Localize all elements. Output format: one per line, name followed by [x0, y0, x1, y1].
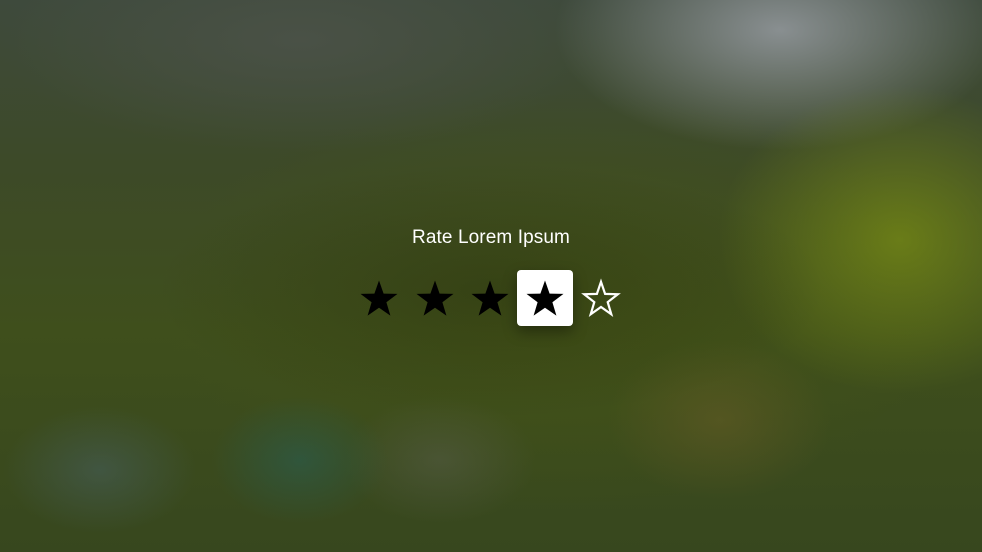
star-5-button[interactable]	[573, 270, 629, 326]
rating-panel: Rate Lorem Ipsum	[0, 226, 982, 326]
star-2-button[interactable]	[407, 270, 463, 326]
star-1-button[interactable]	[351, 270, 407, 326]
rating-title: Rate Lorem Ipsum	[412, 227, 570, 248]
star-rating-control[interactable]	[351, 270, 631, 326]
star-outline-icon	[581, 278, 621, 318]
star-icon	[360, 280, 398, 316]
star-3-button[interactable]	[462, 270, 518, 326]
star-icon	[526, 280, 564, 316]
star-icon	[471, 280, 509, 316]
star-icon	[416, 280, 454, 316]
star-4-button[interactable]	[517, 270, 573, 326]
